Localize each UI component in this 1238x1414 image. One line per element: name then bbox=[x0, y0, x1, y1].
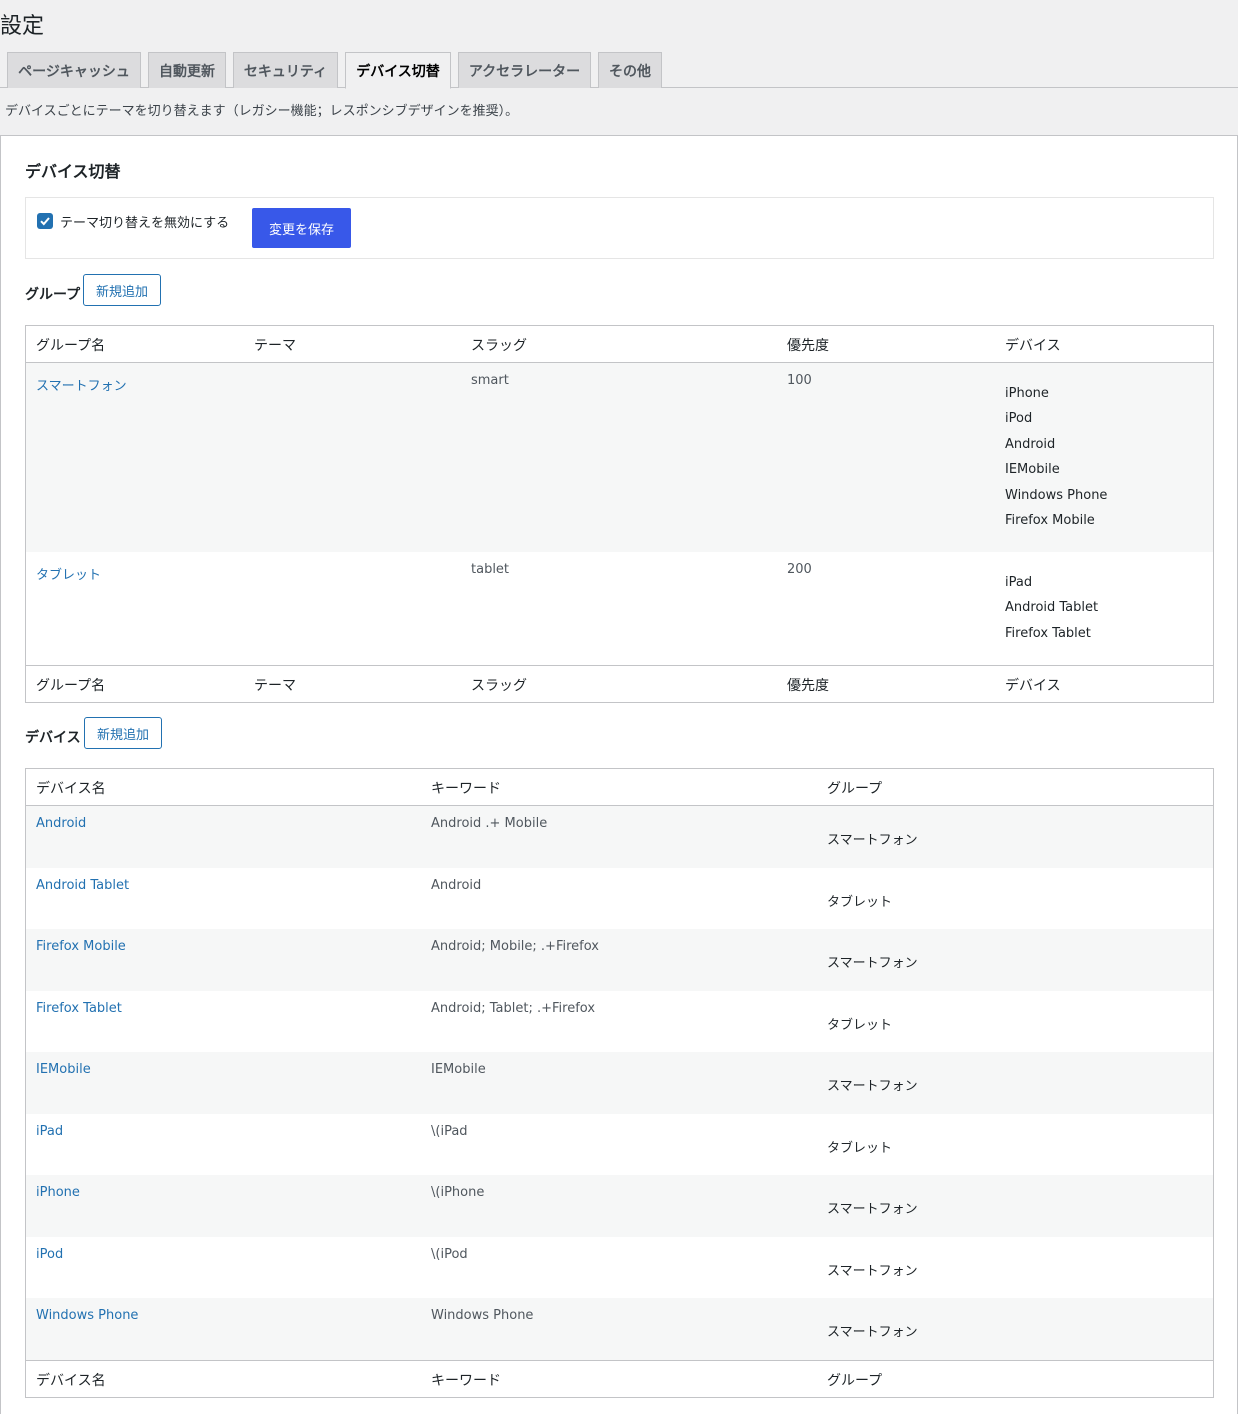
column-header-slug[interactable]: スラッグ bbox=[471, 335, 527, 355]
table-row: iPod \(iPod スマートフォン bbox=[26, 1237, 1213, 1299]
list-item: iPhone bbox=[1005, 386, 1049, 401]
group-device-list: iPad Android Tablet Firefox Tablet bbox=[1005, 574, 1098, 650]
group-slug: tablet bbox=[471, 562, 510, 577]
column-header-group[interactable]: グループ bbox=[827, 778, 882, 798]
list-item: Windows Phone bbox=[1005, 487, 1108, 503]
column-header-priority[interactable]: 優先度 bbox=[787, 335, 829, 355]
disable-theme-switch-checkbox[interactable] bbox=[37, 213, 53, 229]
device-name-link[interactable]: Android Tablet bbox=[36, 878, 129, 893]
group-name-link[interactable]: スマートフォン bbox=[36, 375, 127, 394]
device-switch-panel: デバイス切替 テーマ切り替えを無効にする 変更を保存 グループ 新規追加 グルー… bbox=[0, 135, 1238, 1414]
group-priority: 200 bbox=[787, 562, 812, 577]
column-footer-keyword[interactable]: キーワード bbox=[431, 1370, 501, 1390]
device-name-link[interactable]: iPhone bbox=[36, 1185, 80, 1200]
table-row: Firefox Mobile Android; Mobile; .+Firefo… bbox=[26, 929, 1213, 991]
tab-auto-update[interactable]: 自動更新 bbox=[148, 52, 226, 88]
device-group: スマートフォン bbox=[827, 833, 918, 848]
groups-table: グループ名 テーマ スラッグ 優先度 デバイス スマートフォン smart 10… bbox=[25, 325, 1214, 703]
list-item: iPod bbox=[1005, 411, 1033, 427]
column-footer-group[interactable]: グループ bbox=[827, 1370, 882, 1390]
list-item: Firefox Mobile bbox=[1005, 512, 1095, 528]
column-header-group-name[interactable]: グループ名 bbox=[36, 335, 105, 355]
group-name-link[interactable]: タブレット bbox=[36, 564, 101, 583]
column-footer-theme[interactable]: テーマ bbox=[254, 675, 296, 695]
groups-table-footer: グループ名 テーマ スラッグ 優先度 デバイス bbox=[26, 665, 1213, 702]
device-name-link[interactable]: Windows Phone bbox=[36, 1308, 138, 1323]
device-name-link[interactable]: IEMobile bbox=[36, 1062, 91, 1077]
device-keyword: Android; Mobile; .+Firefox bbox=[431, 939, 599, 954]
device-name-link[interactable]: Android bbox=[36, 816, 86, 831]
devices-table: デバイス名 キーワード グループ Android Android .+ Mobi… bbox=[25, 768, 1214, 1398]
table-row: iPad \(iPad タブレット bbox=[26, 1114, 1213, 1176]
device-name-link[interactable]: Firefox Mobile bbox=[36, 939, 126, 954]
list-item: Firefox Tablet bbox=[1005, 625, 1091, 641]
column-header-devices[interactable]: デバイス bbox=[1005, 335, 1061, 355]
tab-security[interactable]: セキュリティ bbox=[233, 52, 338, 88]
section-title: デバイス切替 bbox=[25, 162, 121, 181]
tab-device-switch[interactable]: デバイス切替 bbox=[345, 52, 451, 89]
list-item: IEMobile bbox=[1005, 462, 1060, 478]
list-item: iPad bbox=[1005, 575, 1033, 590]
column-footer-device-name[interactable]: デバイス名 bbox=[36, 1370, 106, 1390]
group-priority: 100 bbox=[787, 373, 812, 388]
table-row: Windows Phone Windows Phone スマートフォン bbox=[26, 1298, 1213, 1360]
table-row: Android Tablet Android タブレット bbox=[26, 868, 1213, 930]
disable-theme-switch-box: テーマ切り替えを無効にする 変更を保存 bbox=[25, 197, 1214, 259]
table-row: iPhone \(iPhone スマートフォン bbox=[26, 1175, 1213, 1237]
table-row: スマートフォン smart 100 iPhone iPod Android IE… bbox=[26, 363, 1213, 552]
device-group: タブレット bbox=[827, 894, 893, 910]
groups-heading: グループ bbox=[25, 287, 81, 303]
column-footer-priority[interactable]: 優先度 bbox=[787, 675, 829, 695]
add-device-button[interactable]: 新規追加 bbox=[84, 717, 163, 749]
group-slug: smart bbox=[471, 373, 509, 388]
page-description: デバイスごとにテーマを切り替えます（レガシー機能；レスポンシブデザインを推奨）。 bbox=[5, 104, 519, 119]
column-footer-devices[interactable]: デバイス bbox=[1005, 675, 1061, 695]
checkmark-icon bbox=[40, 217, 50, 226]
page-title: 設定 bbox=[0, 14, 45, 39]
group-device-list: iPhone iPod Android IEMobile Windows Pho… bbox=[1005, 385, 1107, 537]
devices-table-footer: デバイス名 キーワード グループ bbox=[26, 1359, 1213, 1397]
table-row: Android Android .+ Mobile スマートフォン bbox=[26, 806, 1213, 868]
devices-table-header: デバイス名 キーワード グループ bbox=[26, 769, 1213, 806]
list-item: Android Tablet bbox=[1005, 600, 1099, 616]
device-name-link[interactable]: iPad bbox=[36, 1124, 63, 1139]
device-keyword: Windows Phone bbox=[431, 1308, 534, 1323]
add-group-button[interactable]: 新規追加 bbox=[83, 274, 162, 306]
tab-accelerator[interactable]: アクセラレーター bbox=[458, 52, 591, 88]
table-row: タブレット tablet 200 iPad Android Tablet Fir… bbox=[26, 552, 1213, 665]
column-header-theme[interactable]: テーマ bbox=[254, 335, 296, 355]
groups-table-header: グループ名 テーマ スラッグ 優先度 デバイス bbox=[26, 326, 1213, 363]
column-footer-group-name[interactable]: グループ名 bbox=[36, 675, 105, 695]
device-name-link[interactable]: iPod bbox=[36, 1247, 63, 1262]
tab-other[interactable]: その他 bbox=[598, 52, 662, 88]
devices-heading: デバイス bbox=[25, 730, 81, 746]
device-name-link[interactable]: Firefox Tablet bbox=[36, 1001, 122, 1016]
tab-page-cache[interactable]: ページキャッシュ bbox=[7, 52, 141, 88]
column-footer-slug[interactable]: スラッグ bbox=[471, 675, 527, 695]
device-group: スマートフォン bbox=[827, 1263, 918, 1279]
device-group: スマートフォン bbox=[827, 1079, 918, 1094]
device-group: スマートフォン bbox=[827, 1202, 918, 1217]
list-item: Android bbox=[1005, 436, 1056, 452]
device-keyword: Android .+ Mobile bbox=[431, 816, 548, 831]
column-header-keyword[interactable]: キーワード bbox=[431, 778, 501, 798]
device-keyword: Android bbox=[431, 877, 482, 893]
device-group: タブレット bbox=[827, 1140, 893, 1156]
settings-tabs: ページキャッシュ 自動更新 セキュリティ デバイス切替 アクセラレーター その他 bbox=[0, 52, 1238, 89]
column-header-device-name[interactable]: デバイス名 bbox=[36, 778, 106, 798]
device-keyword: Android; Tablet; .+Firefox bbox=[431, 1000, 596, 1016]
device-group: タブレット bbox=[827, 1017, 893, 1033]
disable-theme-switch-label[interactable]: テーマ切り替えを無効にする bbox=[60, 212, 229, 231]
device-keyword: \(iPhone bbox=[431, 1185, 485, 1200]
device-group: スマートフォン bbox=[827, 1325, 918, 1340]
device-group: スマートフォン bbox=[827, 956, 918, 971]
device-keyword: \(iPod bbox=[431, 1246, 468, 1262]
device-keyword: \(iPad bbox=[431, 1123, 468, 1139]
device-keyword: IEMobile bbox=[431, 1062, 486, 1077]
table-row: Firefox Tablet Android; Tablet; .+Firefo… bbox=[26, 991, 1213, 1053]
table-row: IEMobile IEMobile スマートフォン bbox=[26, 1052, 1213, 1114]
save-changes-button[interactable]: 変更を保存 bbox=[252, 208, 351, 248]
